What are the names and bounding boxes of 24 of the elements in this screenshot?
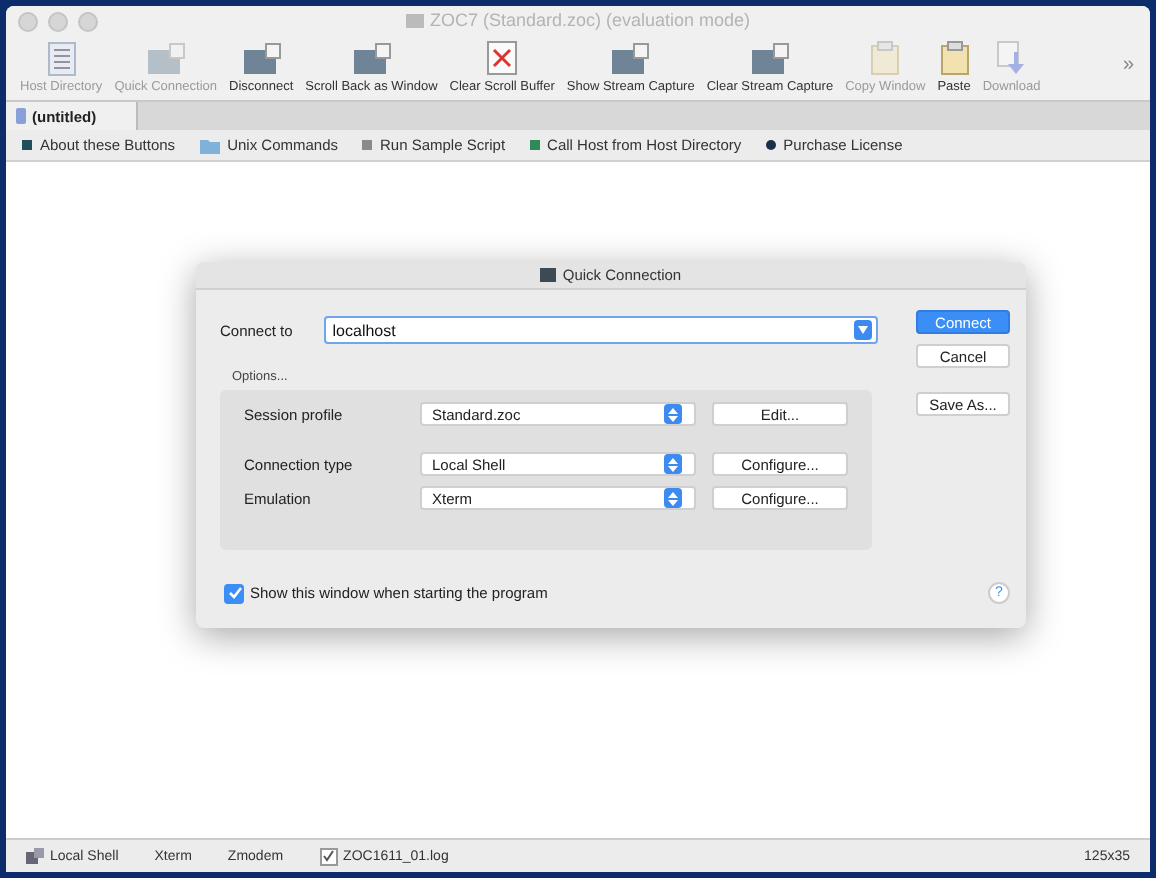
monitor-icon xyxy=(540,268,557,282)
zoom-icon[interactable] xyxy=(78,12,98,32)
window-title: ZOC7 (Standard.zoc) (evaluation mode) xyxy=(429,10,751,30)
terminal-icon xyxy=(16,108,26,124)
checkbox[interactable] xyxy=(224,583,244,603)
clipboard-icon xyxy=(939,40,969,76)
monitor-icon xyxy=(351,42,392,76)
sorted-list-icon xyxy=(47,42,76,76)
document-cross-icon xyxy=(486,40,519,76)
monitor-icon xyxy=(145,42,186,76)
minimize-icon[interactable] xyxy=(48,12,68,32)
document-icon xyxy=(405,13,424,27)
monitor-icon xyxy=(241,42,282,76)
host-combo-box[interactable]: localhost xyxy=(324,316,878,344)
monitor-icon xyxy=(610,42,651,76)
clipboard-icon xyxy=(870,40,901,76)
download-icon xyxy=(996,40,1027,76)
stepper-icon xyxy=(668,457,678,471)
stepper-icon xyxy=(668,407,678,421)
network-icon xyxy=(26,848,44,864)
monitor-icon xyxy=(749,42,790,76)
log-checkbox[interactable] xyxy=(319,847,338,865)
stepper-icon xyxy=(668,491,678,505)
close-icon[interactable] xyxy=(18,12,38,32)
